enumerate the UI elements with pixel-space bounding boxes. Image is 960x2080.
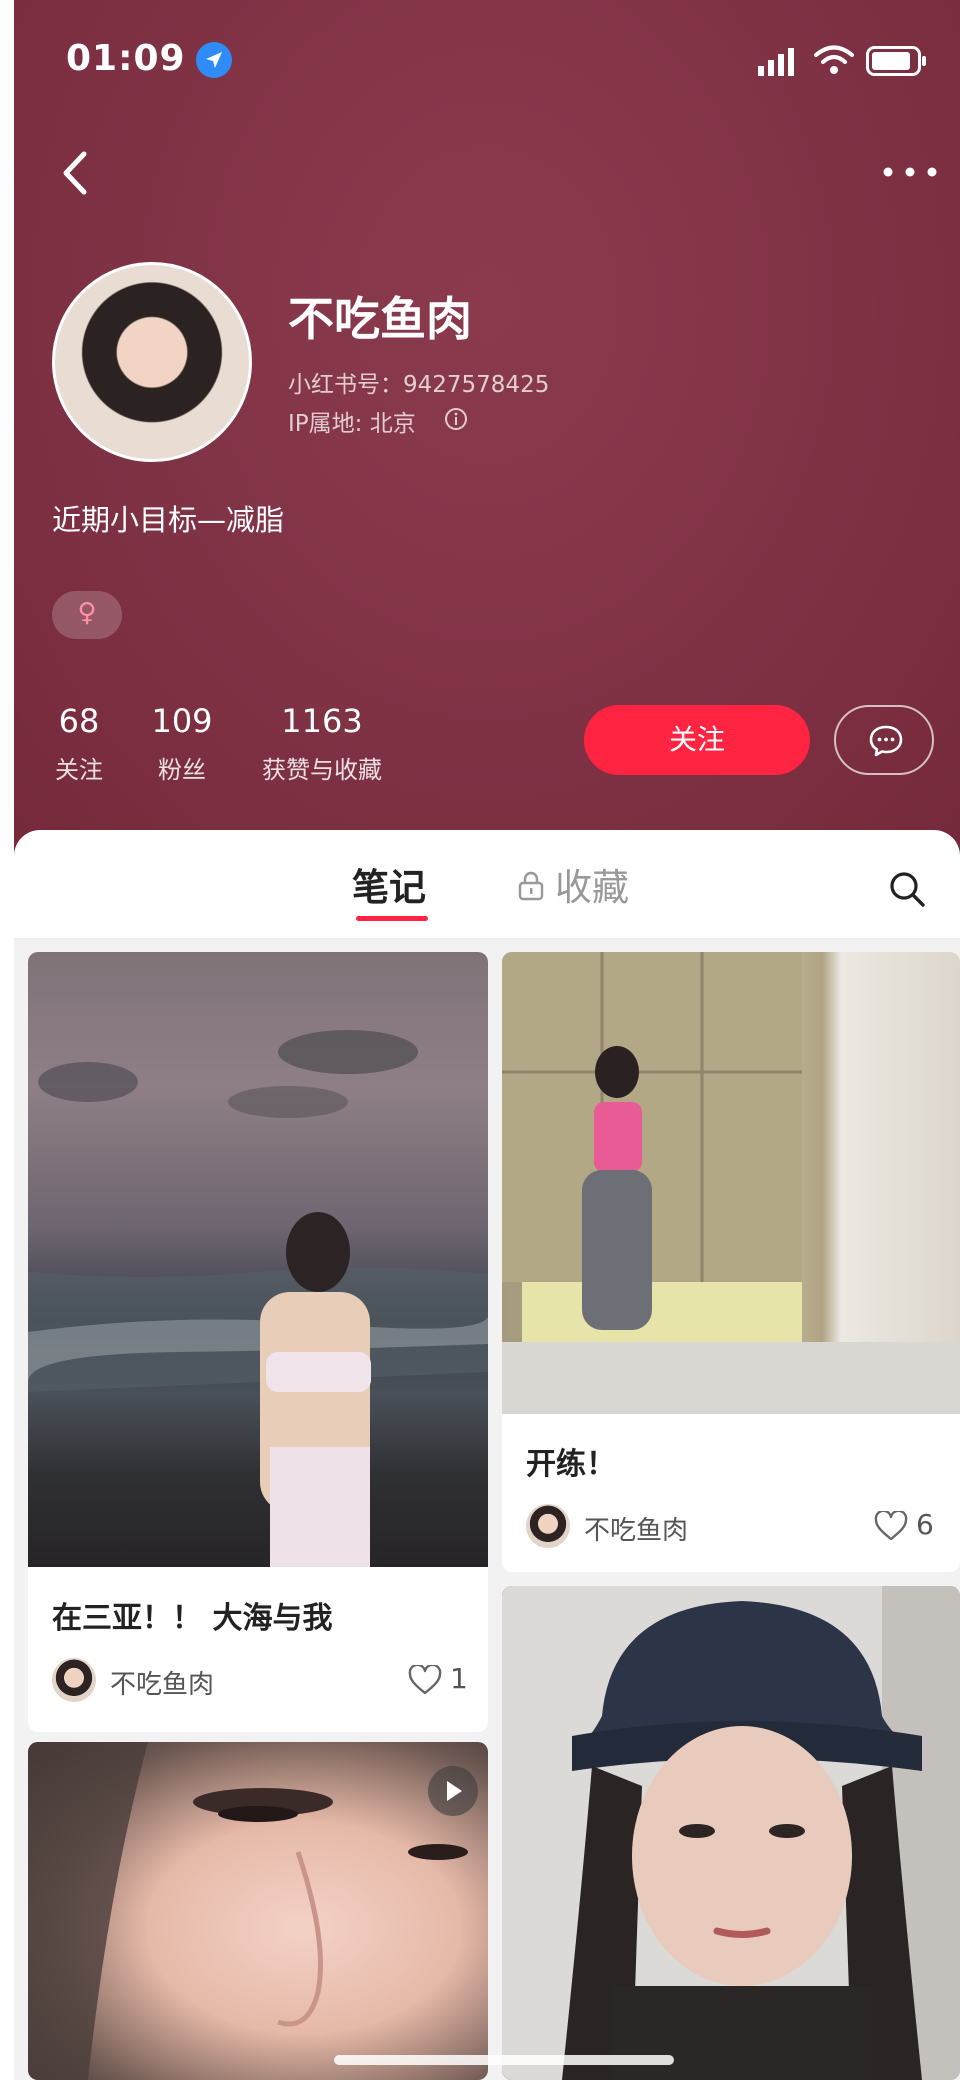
note-cover-image[interactable] xyxy=(28,952,488,1567)
gender-badge: ♀ xyxy=(52,591,122,639)
like-count: 1 xyxy=(450,1662,468,1695)
note-title: 开练！ xyxy=(526,1447,616,1482)
heart-icon[interactable] xyxy=(874,1511,908,1541)
author-avatar xyxy=(526,1504,570,1548)
stat-label: 粉丝 xyxy=(158,756,206,784)
closeup-photo xyxy=(28,1742,468,2080)
note-card[interactable] xyxy=(502,1586,960,2080)
more-button[interactable] xyxy=(880,160,940,184)
chat-bubble-icon xyxy=(869,725,903,757)
note-cover-image[interactable] xyxy=(28,1742,488,2080)
stat-likes-and-collects[interactable]: 1163 获赞与收藏 xyxy=(252,702,392,785)
author-name: 不吃鱼肉 xyxy=(110,1670,215,1700)
search-icon[interactable] xyxy=(888,870,926,908)
note-card[interactable] xyxy=(28,1742,488,2080)
status-time: 01:09 xyxy=(66,38,186,79)
like-count: 6 xyxy=(916,1508,934,1541)
heart-icon[interactable] xyxy=(408,1665,442,1695)
stat-following[interactable]: 68 关注 xyxy=(52,702,106,785)
app-frame: 01:09 不吃鱼肉 小红书号：9427578425 IP属地: 北京 近期小目… xyxy=(14,0,960,2080)
follow-button[interactable]: 关注 xyxy=(584,705,810,775)
beach-photo xyxy=(28,1030,488,1567)
stat-followers[interactable]: 109 粉丝 xyxy=(142,702,222,785)
signal-icon xyxy=(758,48,794,76)
back-button[interactable] xyxy=(54,148,94,198)
stat-label: 获赞与收藏 xyxy=(262,756,382,784)
play-icon xyxy=(428,1766,478,1816)
message-button[interactable] xyxy=(834,705,934,775)
note-cover-image[interactable] xyxy=(502,1586,960,2080)
note-card[interactable]: 在三亚！！ 大海与我 不吃鱼肉 1 xyxy=(28,952,488,1732)
lock-icon xyxy=(518,871,544,901)
cap-selfie-photo xyxy=(502,1586,960,2080)
profile-id: 小红书号：9427578425 xyxy=(288,372,550,398)
note-card[interactable]: 开练！ 不吃鱼肉 6 xyxy=(502,952,960,1572)
stat-value: 1163 xyxy=(281,702,363,740)
location-arrow-icon xyxy=(196,42,232,78)
info-icon[interactable] xyxy=(444,407,468,431)
tab-notes[interactable]: 笔记 xyxy=(352,857,426,911)
home-indicator xyxy=(334,2055,674,2065)
tab-collect[interactable]: 收藏 xyxy=(555,857,629,911)
profile-name: 不吃鱼肉 xyxy=(288,292,472,346)
note-cover-image[interactable] xyxy=(502,952,960,1414)
battery-icon xyxy=(866,46,926,76)
stat-value: 68 xyxy=(58,702,100,740)
divider xyxy=(14,938,960,940)
note-title: 在三亚！！ 大海与我 xyxy=(52,1601,333,1636)
tab-bar: 笔记 收藏 xyxy=(14,830,960,940)
wifi-icon xyxy=(814,45,854,74)
gym-photo xyxy=(502,952,960,1414)
active-tab-indicator xyxy=(356,916,428,921)
avatar[interactable] xyxy=(52,262,252,462)
author-name: 不吃鱼肉 xyxy=(584,1516,689,1546)
female-icon: ♀ xyxy=(77,598,97,628)
profile-bio: 近期小目标—减脂 xyxy=(52,503,285,537)
stat-value: 109 xyxy=(151,702,213,740)
author-avatar xyxy=(52,1658,96,1702)
profile-ip-location: IP属地: 北京 xyxy=(288,411,416,437)
stat-label: 关注 xyxy=(55,756,103,784)
